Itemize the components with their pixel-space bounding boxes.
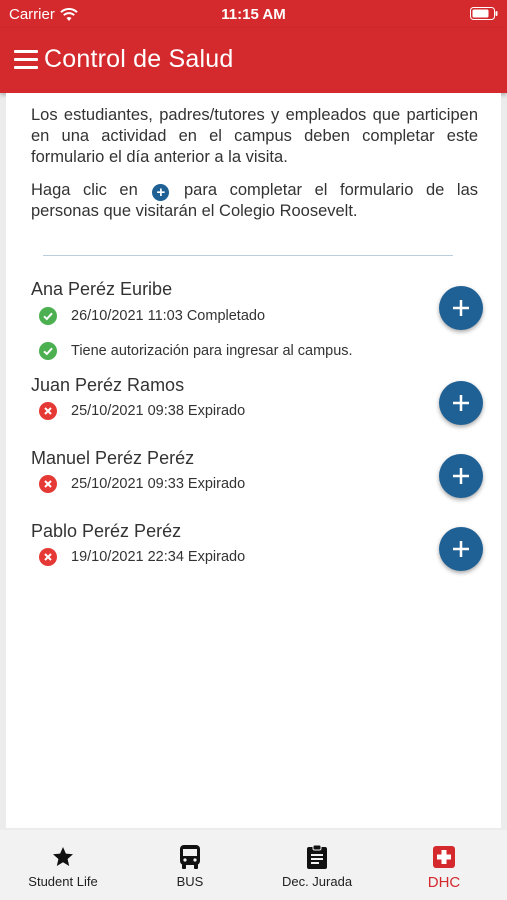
intro-paragraph-1: Los estudiantes, padres/tutores y emplea… bbox=[31, 106, 478, 166]
error-circle-icon bbox=[39, 475, 57, 493]
intro-paragraph-2: Haga clic en + para completar el formula… bbox=[31, 180, 478, 222]
bottom-navigation: Student Life BUS Dec. Jurada DHC bbox=[0, 830, 507, 900]
hamburger-menu-icon[interactable] bbox=[14, 50, 38, 70]
page-title: Control de Salud bbox=[44, 45, 234, 73]
plus-icon bbox=[453, 541, 469, 557]
error-circle-icon bbox=[39, 402, 57, 420]
add-form-button[interactable] bbox=[439, 286, 483, 330]
plus-icon bbox=[453, 300, 469, 316]
nav-label: Student Life bbox=[28, 874, 98, 889]
bus-icon bbox=[135, 844, 245, 870]
person-name: Pablo Peréz Peréz bbox=[31, 521, 182, 541]
status-text: 19/10/2021 22:34 Expirado bbox=[71, 549, 246, 565]
person-item: Juan Peréz Ramos 25/10/2021 09:38 Expira… bbox=[31, 375, 491, 420]
person-status: 19/10/2021 22:34 Expirado bbox=[31, 548, 491, 566]
person-status: 25/10/2021 09:38 Expirado bbox=[31, 402, 491, 420]
divider bbox=[43, 255, 453, 256]
nav-label: DHC bbox=[427, 874, 461, 891]
nav-label: BUS bbox=[176, 874, 204, 889]
intro-text: Los estudiantes, padres/tutores y emplea… bbox=[31, 105, 478, 234]
authorization-text: Tiene autorización para ingresar al camp… bbox=[71, 343, 353, 359]
person-status: 26/10/2021 11:03 Completado bbox=[31, 307, 491, 325]
clipboard-icon bbox=[262, 844, 372, 870]
medical-cross-icon bbox=[389, 844, 499, 870]
add-form-button[interactable] bbox=[439, 381, 483, 425]
inline-plus-icon: + bbox=[152, 184, 170, 201]
person-name: Ana Peréz Euribe bbox=[31, 279, 173, 299]
person-item: Ana Peréz Euribe 26/10/2021 11:03 Comple… bbox=[31, 279, 491, 360]
status-text: 25/10/2021 09:38 Expirado bbox=[71, 403, 246, 419]
status-text: 25/10/2021 09:33 Expirado bbox=[71, 476, 246, 492]
add-form-button[interactable] bbox=[439, 454, 483, 498]
nav-item-student-life[interactable]: Student Life bbox=[8, 844, 118, 889]
intro-paragraph-2-start: Haga clic en bbox=[31, 181, 138, 199]
status-bar: Carrier 11:15 AM bbox=[0, 0, 507, 28]
nav-item-dec-jurada[interactable]: Dec. Jurada bbox=[262, 844, 372, 889]
nav-label: Dec. Jurada bbox=[281, 874, 353, 889]
plus-icon bbox=[453, 395, 469, 411]
status-time: 11:15 AM bbox=[221, 6, 286, 23]
authorization-status: Tiene autorización para ingresar al camp… bbox=[31, 342, 491, 360]
check-circle-icon bbox=[39, 342, 57, 360]
person-name: Manuel Peréz Peréz bbox=[31, 448, 195, 468]
add-form-button[interactable] bbox=[439, 527, 483, 571]
check-circle-icon bbox=[39, 307, 57, 325]
star-icon bbox=[8, 844, 118, 870]
error-circle-icon bbox=[39, 548, 57, 566]
main-card: Los estudiantes, padres/tutores y emplea… bbox=[6, 93, 501, 828]
plus-icon bbox=[453, 468, 469, 484]
person-item: Manuel Peréz Peréz 25/10/2021 09:33 Expi… bbox=[31, 448, 491, 493]
status-text: 26/10/2021 11:03 Completado bbox=[71, 308, 266, 324]
app-header: Control de Salud bbox=[0, 28, 507, 93]
battery-icon bbox=[470, 7, 498, 20]
nav-item-bus[interactable]: BUS bbox=[135, 844, 245, 889]
person-status: 25/10/2021 09:33 Expirado bbox=[31, 475, 491, 493]
person-item: Pablo Peréz Peréz 19/10/2021 22:34 Expir… bbox=[31, 521, 491, 566]
nav-item-dhc[interactable]: DHC bbox=[389, 844, 499, 891]
person-name: Juan Peréz Ramos bbox=[31, 375, 185, 395]
